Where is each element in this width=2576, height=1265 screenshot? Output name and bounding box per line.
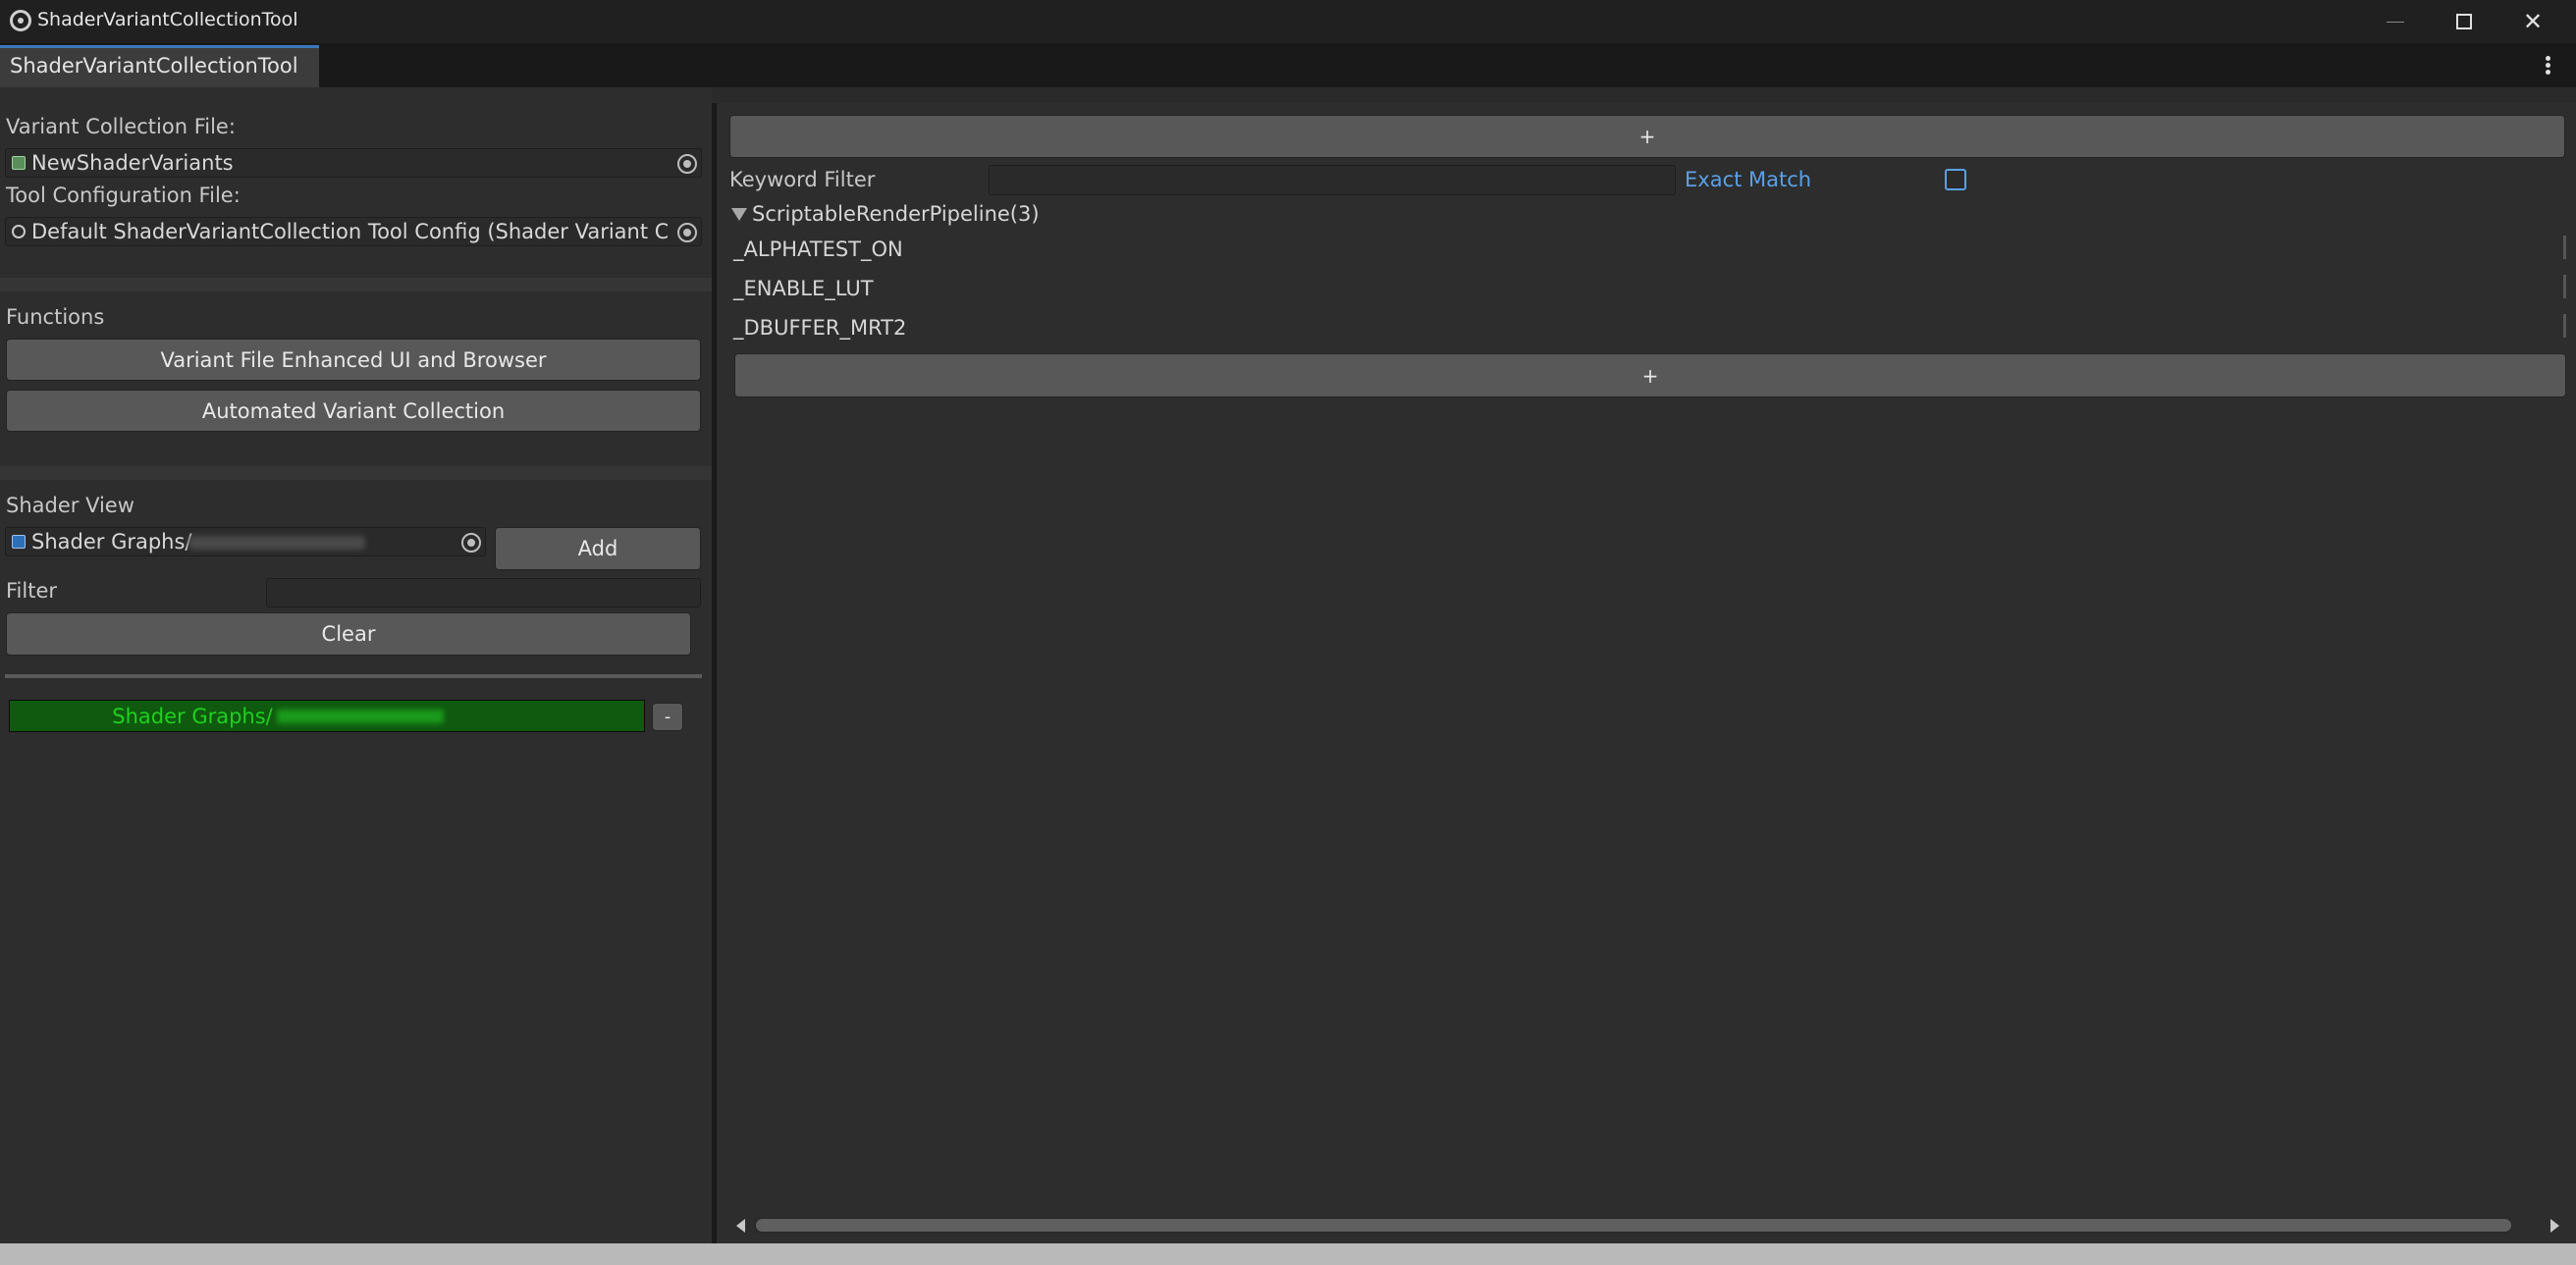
row-handle	[2563, 275, 2566, 298]
shader-field-value: Shader Graphs/	[31, 530, 192, 553]
object-picker-icon[interactable]	[677, 223, 697, 242]
scroll-left-arrow-icon[interactable]	[736, 1219, 745, 1233]
row-handle	[2563, 236, 2566, 259]
window-title: ShaderVariantCollectionTool	[37, 9, 298, 30]
right-panel	[717, 103, 2576, 1243]
shader-field[interactable]: Shader Graphs/	[5, 527, 486, 556]
window-titlebar	[0, 0, 2576, 43]
tool-config-label: Tool Configuration File:	[6, 184, 241, 207]
tab-strip	[0, 43, 2576, 87]
section-divider	[0, 466, 712, 480]
exact-match-checkbox[interactable]	[1945, 169, 1966, 190]
horizontal-scrollbar-thumb[interactable]	[756, 1219, 2511, 1232]
unity-app-icon	[10, 10, 31, 31]
automated-variant-collection-button[interactable]: Automated Variant Collection	[6, 390, 701, 432]
remove-shader-button[interactable]: -	[652, 703, 683, 731]
scroll-right-arrow-icon[interactable]	[2550, 1219, 2559, 1233]
row-handle	[2563, 314, 2566, 338]
object-picker-icon[interactable]	[461, 533, 481, 553]
functions-label: Functions	[6, 305, 105, 329]
clear-button[interactable]: Clear	[6, 612, 691, 656]
variant-collection-value: NewShaderVariants	[31, 151, 234, 175]
keyword-filter-input[interactable]	[989, 165, 1676, 195]
maximize-button[interactable]	[2430, 0, 2498, 43]
keyword-group-foldout[interactable]: ScriptableRenderPipeline(3)	[752, 202, 1040, 226]
add-keyword-top-button[interactable]: +	[729, 115, 2565, 158]
shader-asset-icon	[12, 535, 26, 549]
add-shader-button[interactable]: Add	[495, 527, 701, 570]
filter-label: Filter	[6, 579, 58, 603]
keyword-item[interactable]: _ALPHATEST_ON	[733, 237, 903, 261]
window-bottom-border	[0, 1243, 2576, 1265]
list-separator	[5, 674, 702, 678]
close-button[interactable]: ✕	[2498, 0, 2567, 43]
tool-config-field[interactable]: Default ShaderVariantCollection Tool Con…	[5, 217, 702, 246]
minimize-icon	[2387, 21, 2404, 23]
foldout-arrow-icon[interactable]	[731, 208, 747, 221]
kebab-menu-icon[interactable]	[2538, 55, 2557, 79]
minimize-button[interactable]	[2361, 0, 2430, 43]
object-picker-icon[interactable]	[677, 154, 697, 174]
filter-input[interactable]	[266, 578, 701, 607]
shader-view-label: Shader View	[6, 494, 134, 517]
blurred-shader-name	[276, 709, 444, 723]
keyword-filter-label: Keyword Filter	[729, 168, 876, 191]
tab-shader-variant-collection-tool[interactable]: ShaderVariantCollectionTool	[0, 45, 319, 87]
blurred-shader-name	[188, 536, 365, 550]
add-keyword-bottom-button[interactable]: +	[734, 353, 2566, 397]
shader-list-item[interactable]: Shader Graphs/	[9, 700, 645, 732]
close-icon: ✕	[2522, 8, 2544, 35]
tool-config-value: Default ShaderVariantCollection Tool Con…	[31, 220, 668, 243]
shader-variant-asset-icon	[12, 156, 26, 170]
exact-match-label: Exact Match	[1685, 168, 1812, 191]
enhanced-ui-browser-button[interactable]: Variant File Enhanced UI and Browser	[6, 339, 701, 381]
left-panel	[0, 87, 712, 1243]
keyword-item[interactable]: _ENABLE_LUT	[733, 277, 874, 300]
keyword-item[interactable]: _DBUFFER_MRT2	[733, 316, 906, 340]
section-divider	[0, 278, 712, 291]
maximize-icon	[2456, 14, 2472, 29]
shader-list-item-label: Shader Graphs/	[112, 704, 273, 728]
variant-collection-field[interactable]: NewShaderVariants	[5, 148, 702, 178]
variant-collection-label: Variant Collection File:	[6, 115, 236, 138]
scriptable-object-icon	[12, 225, 26, 238]
